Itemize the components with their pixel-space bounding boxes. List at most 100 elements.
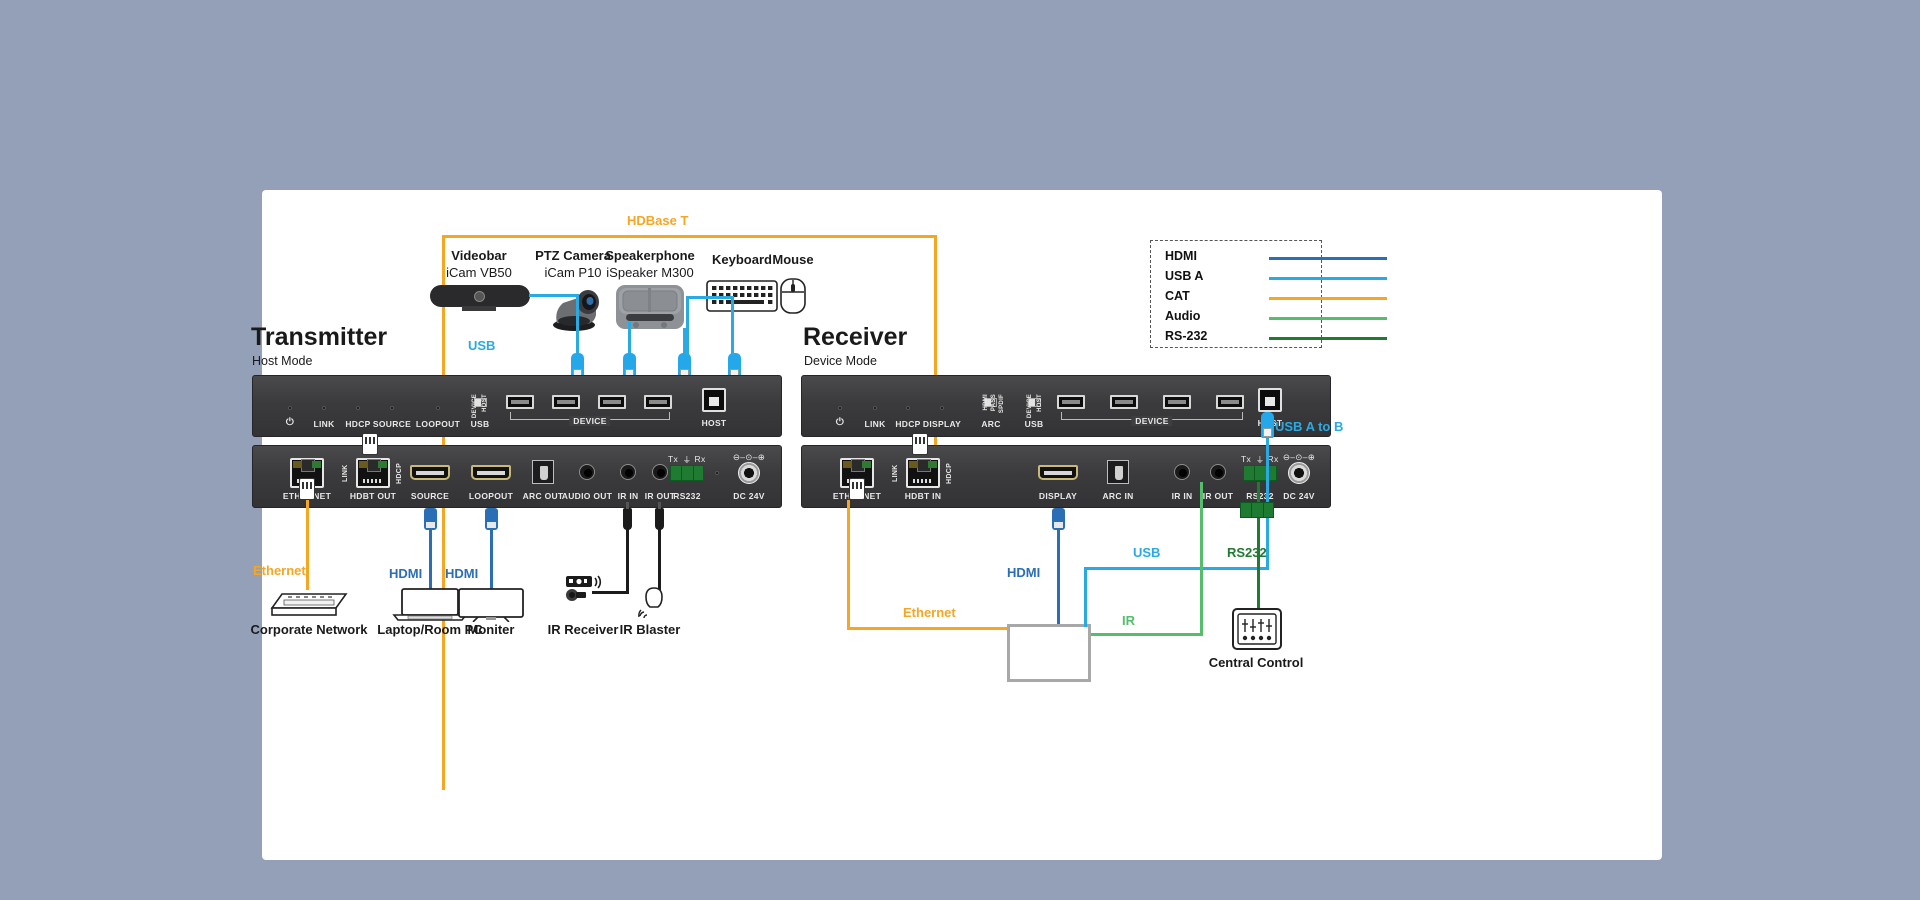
legend-line-cat [1269,297,1387,300]
tx-rear-led [715,471,719,475]
display-box [1007,624,1091,682]
tx-device-port-1[interactable] [506,395,534,409]
tx-device-port-4[interactable] [644,395,672,409]
tx-front-power-label: ⏻ [286,417,294,428]
usb-wire-rx-to-box [1084,567,1087,627]
peripheral-model-ptz: iCam P10 [544,265,601,280]
videobar-stand-icon [462,306,496,311]
tx-loopout-label: LOOPOUT [469,491,513,501]
ir-wire-blaster [658,528,661,590]
rj45-led-right [928,461,937,468]
rx-led-power [838,406,842,410]
tx-host-port[interactable] [702,388,726,412]
rj45-led-left [359,461,368,468]
tx-led-loopout [436,406,440,410]
tx-ir-in-port[interactable] [620,464,636,480]
rx-host-port[interactable] [1258,388,1282,412]
rx-ir-in-port[interactable] [1174,464,1190,480]
tx-front-link-label: LINK [313,419,334,429]
cat-wire-top-horizontal [442,235,937,238]
rj45-led-right [378,461,387,468]
tx-front-hdcp-label: HDCP [345,419,370,429]
usb-wire-videobar-horizontal [529,294,579,297]
tx-hdbt-out-label: HDBT OUT [350,491,396,501]
tx-loopout-cable-plug [485,508,498,530]
tx-source-port[interactable] [410,465,450,480]
rx-arc-in-port[interactable] [1107,460,1129,484]
rx-rs232-port[interactable] [1243,465,1277,481]
rx-dc-label: DC 24V [1283,491,1315,501]
tx-front-source-label: SOURCE [373,419,411,429]
tx-device-port-2[interactable] [552,395,580,409]
tx-rs232-tx-label: Tx [668,454,678,464]
tx-ir-out-port[interactable] [652,464,668,480]
rx-device-port-2[interactable] [1110,395,1138,409]
rj45-led-right [312,461,321,468]
legend-label-rs232: RS-232 [1165,329,1207,343]
transmitter-title: Transmitter [251,323,387,352]
legend-row-cat: CAT [1151,289,1323,307]
legend-line-usba [1269,277,1387,280]
rx-hdbt-in-label: HDBT IN [905,491,942,501]
rx-front-hdcp-label: HDCP [895,419,920,429]
receiver-mode: Device Mode [804,354,877,368]
hdbaset-label: HDBase T [627,213,688,228]
tx-loopout-port[interactable] [471,465,511,480]
tx-hdbt-out-port[interactable] [356,458,390,488]
tx-led-link [322,406,326,410]
rx-arc-pass-label: PASS [991,394,997,411]
rx-arc-hdmi-label: HDMI [983,394,989,411]
tx-hdbt-cable-plug [362,433,378,455]
tx-host-port-label: HOST [702,418,727,428]
ir-wire-receiver-vertical [626,528,629,594]
tx-audio-out-port[interactable] [579,464,595,480]
tx-device-port-3[interactable] [598,395,626,409]
usb-wire-keyboard-vertical [686,296,689,356]
ethernet-wire-tx [306,500,309,590]
legend-row-audio: Audio [1151,309,1323,327]
peripheral-name-ptz: PTZ Camera [535,248,611,263]
rx-device-port-4[interactable] [1216,395,1244,409]
rx-arc-in-label: ARC IN [1102,491,1133,501]
tx-source-label: SOURCE [411,491,449,501]
rx-hdbt-in-port[interactable] [906,458,940,488]
monitor-label: Moniter [468,622,515,637]
central-control-icon [1232,608,1282,650]
hdmi-label-loopout: HDMI [445,566,478,581]
tx-rear-link-label: LINK [342,464,349,482]
rx-display-port[interactable] [1038,465,1078,480]
tx-dc-port[interactable] [738,462,760,484]
rj45-led-left [843,461,852,468]
legend-row-hdmi: HDMI [1151,249,1323,267]
rx-rear-link-label: LINK [892,464,899,482]
diagram-card: HDBase T Transmitter Host Mode Receiver … [262,190,1662,860]
transmitter-mode: Host Mode [252,354,312,368]
peripheral-name-keyboard: Keyboard [712,252,772,267]
rx-display-cable-plug [1052,508,1065,530]
rx-device-port-1[interactable] [1057,395,1085,409]
tx-rs232-port[interactable] [670,465,704,481]
usb-wire-ptz [628,322,631,356]
tx-ir-out-cable-plug [655,508,664,530]
legend-box: HDMI USB A CAT Audio RS-232 [1150,240,1322,348]
rj45-pins-icon [363,479,383,483]
tx-source-cable-plug [424,508,437,530]
rx-led-link [873,406,877,410]
legend-label-cat: CAT [1165,289,1190,303]
rx-ir-out-label: IR OUT [1203,491,1234,501]
receiver-title: Receiver [803,323,907,352]
usb-wire-videobar-vertical [576,294,579,356]
tx-arc-out-port[interactable] [532,460,554,484]
rx-dc-port[interactable] [1288,462,1310,484]
cat-wire-left-vertical [442,235,445,790]
ir-receiver-label: IR Receiver [548,622,619,637]
hdmi-label-source: HDMI [389,566,422,581]
tx-dc-label: DC 24V [733,491,765,501]
ethernet-wire-rx-vertical [847,500,850,630]
peripheral-name-speakerphone: Speakerphone [605,248,695,263]
legend-line-rs232 [1269,337,1387,340]
rx-ethernet-cable-plug [849,478,865,500]
corporate-network-label: Corporate Network [250,622,367,637]
rx-ir-out-port[interactable] [1210,464,1226,480]
rx-device-port-3[interactable] [1163,395,1191,409]
